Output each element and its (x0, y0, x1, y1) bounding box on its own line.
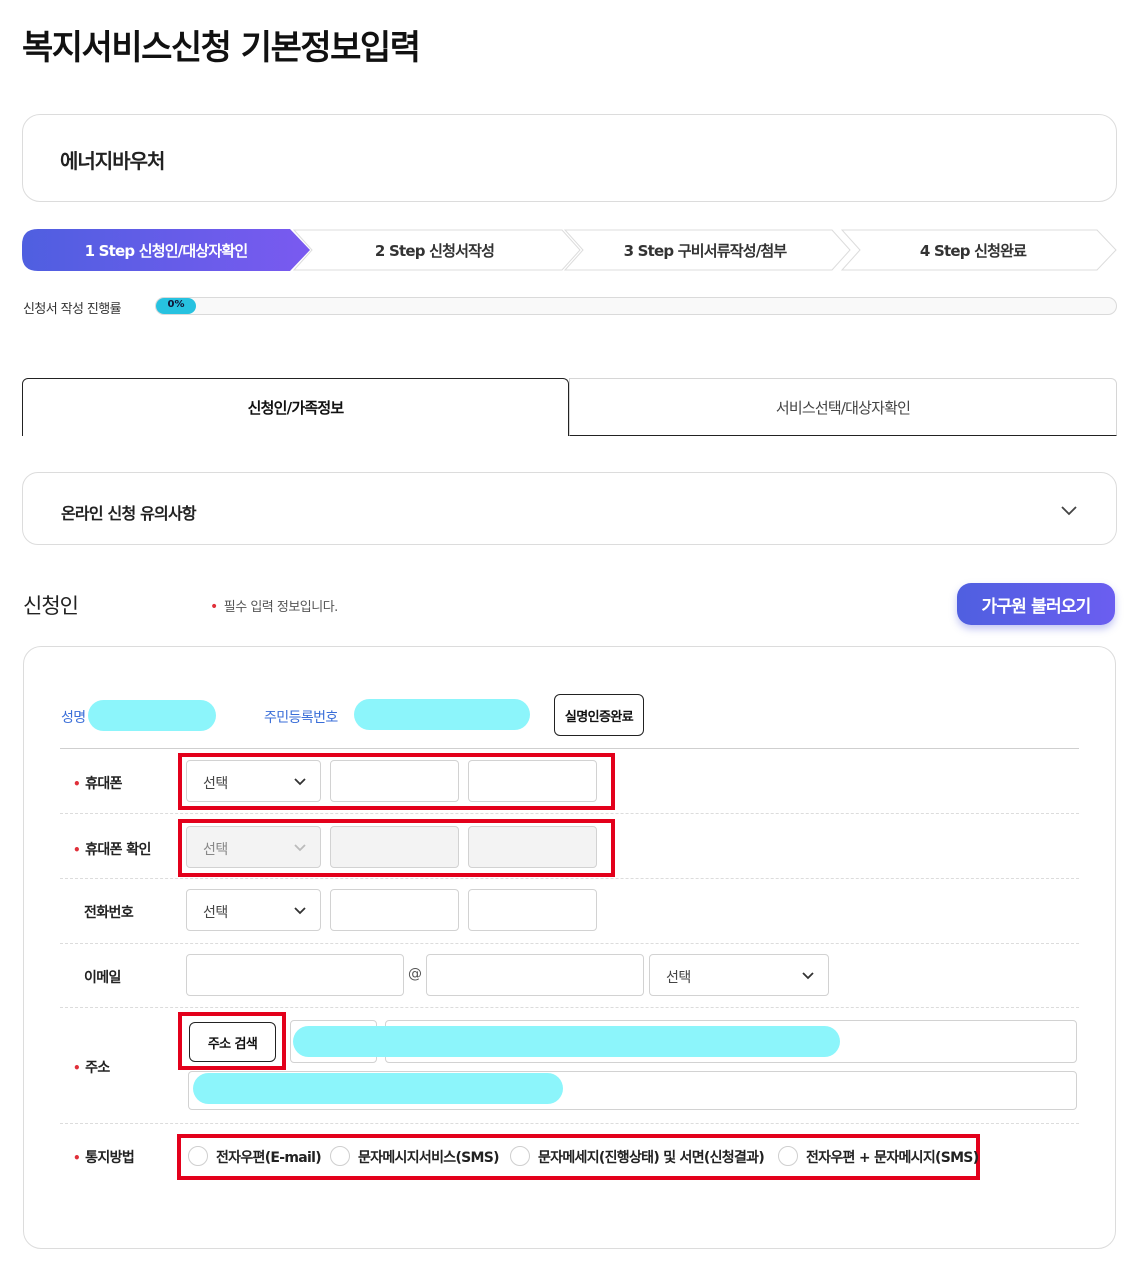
email-at-sign: @ (408, 966, 422, 982)
mobile-label: • 휴대폰 (73, 776, 123, 792)
rrn-label: 주민등록번호 (264, 710, 338, 726)
rrn-value-masked (354, 699, 530, 730)
notify-sms-paper-label: 문자메세지(진행상태) 및 서면(신청결과) (538, 1150, 765, 1166)
row-divider (60, 748, 1079, 749)
required-dot-icon: • (73, 1061, 81, 1075)
required-dot-icon: • (73, 843, 81, 857)
row-divider (60, 878, 1079, 879)
notify-sms-paper-radio[interactable] (510, 1146, 530, 1166)
email-id-input[interactable] (186, 954, 404, 996)
mobile-last-input[interactable] (468, 760, 597, 802)
mobile-confirm-label: • 휴대폰 확인 (73, 842, 151, 858)
service-name: 에너지바우처 (60, 149, 165, 173)
step-1: 1 Step 신청인/대상자확인 (84, 242, 249, 260)
address-main-masked (293, 1026, 840, 1057)
required-dot-icon: • (73, 777, 81, 791)
email-domain-select[interactable]: 선택 (649, 954, 829, 996)
phone-last-input[interactable] (468, 889, 597, 931)
notify-email-radio[interactable] (188, 1146, 208, 1166)
verify-button[interactable]: 실명인증완료 (554, 694, 644, 736)
row-divider (60, 1123, 1079, 1124)
row-divider (60, 1007, 1079, 1008)
notify-label: • 통지방법 (73, 1150, 135, 1166)
mobile-confirm-prefix-select[interactable]: 선택 (186, 826, 321, 868)
mobile-confirm-middle-input[interactable] (330, 826, 459, 868)
step-2: 2 Step 신청서작성 (374, 242, 495, 260)
name-label: 성명 (61, 710, 86, 726)
chevron-down-icon[interactable] (1060, 501, 1078, 519)
chevron-down-icon (294, 844, 306, 852)
row-divider (60, 813, 1079, 814)
mobile-prefix-select[interactable]: 선택 (186, 760, 321, 802)
step-4: 4 Step 신청완료 (919, 242, 1027, 260)
progress-label: 신청서 작성 진행률 (23, 302, 122, 317)
row-divider (60, 943, 1079, 944)
notice-accordion[interactable]: 온라인 신청 유의사항 (22, 472, 1117, 545)
phone-label: 전화번호 (84, 905, 134, 921)
progress-bar: 0% (155, 297, 1117, 315)
section-title-applicant: 신청인 (23, 594, 79, 618)
email-domain-input[interactable] (426, 954, 644, 996)
notify-sms-label: 문자메시지서비스(SMS) (358, 1150, 500, 1166)
notify-email-sms-radio[interactable] (778, 1146, 798, 1166)
page-title: 복지서비스신청 기본정보입력 (22, 28, 421, 68)
mobile-confirm-last-input[interactable] (468, 826, 597, 868)
required-note: • 필수 입력 정보입니다. (210, 599, 338, 615)
chevron-down-icon (294, 778, 306, 786)
address-label: • 주소 (73, 1060, 110, 1076)
notify-email-label: 전자우편(E-mail) (216, 1150, 322, 1166)
step-3: 3 Step 구비서류작성/첨부 (623, 242, 788, 260)
mobile-middle-input[interactable] (330, 760, 459, 802)
required-dot-icon: • (73, 1151, 81, 1165)
required-dot-icon: • (210, 599, 218, 615)
service-name-box: 에너지바우처 (22, 114, 1117, 202)
chevron-down-icon (802, 972, 814, 980)
tab-applicant-family[interactable]: 신청인/가족정보 (22, 378, 569, 436)
notice-label: 온라인 신청 유의사항 (61, 504, 197, 523)
phone-area-select[interactable]: 선택 (186, 889, 321, 931)
address-detail-masked (193, 1073, 563, 1104)
progress-text: 0% (167, 299, 185, 310)
notify-email-sms-label: 전자우편 + 문자메시지(SMS) (806, 1150, 979, 1166)
chevron-down-icon (294, 907, 306, 915)
tab-service-select[interactable]: 서비스선택/대상자확인 (569, 378, 1117, 436)
email-label: 이메일 (84, 970, 121, 986)
tab-bar: 신청인/가족정보 서비스선택/대상자확인 (22, 378, 1117, 436)
address-search-button[interactable]: 주소 검색 (189, 1022, 276, 1062)
name-value-masked (88, 700, 216, 731)
step-indicator: 1 Step 신청인/대상자확인 2 Step 신청서작성 3 Step 구비서… (22, 229, 1117, 271)
notify-sms-radio[interactable] (330, 1146, 350, 1166)
phone-middle-input[interactable] (330, 889, 459, 931)
load-family-button[interactable]: 가구원 불러오기 (957, 583, 1115, 625)
